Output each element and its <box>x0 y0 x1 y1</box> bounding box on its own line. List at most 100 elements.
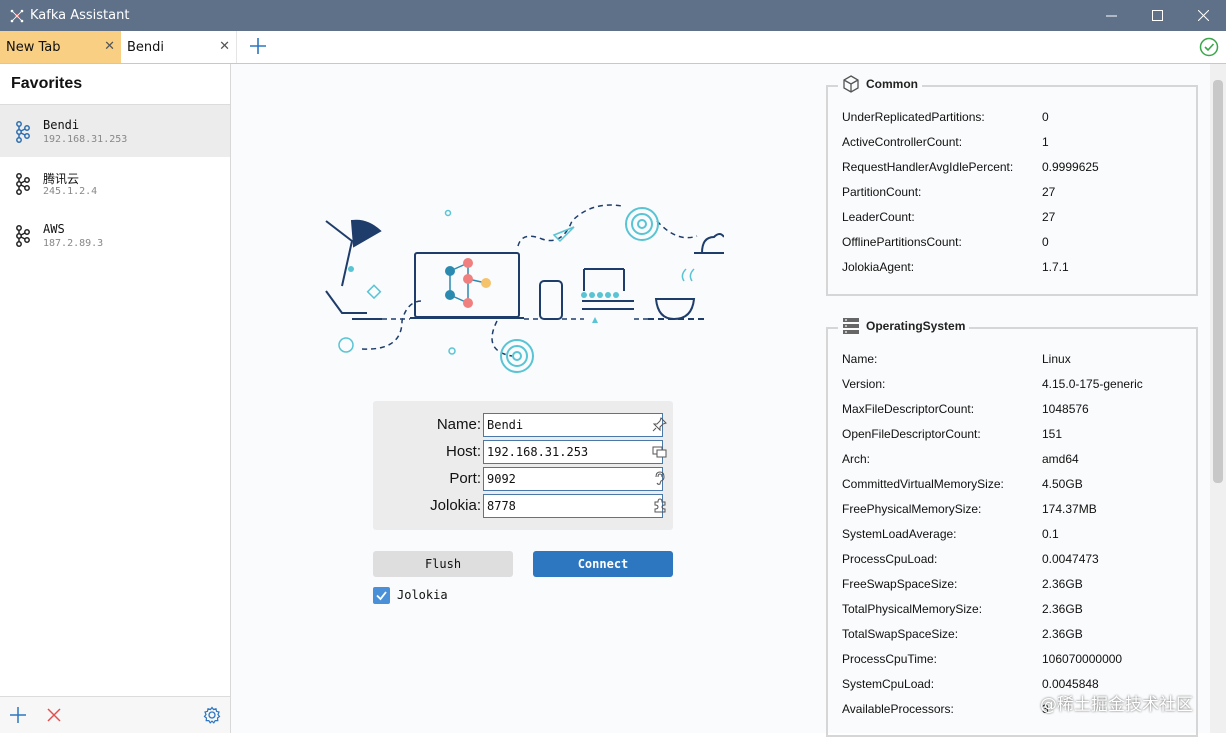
minimize-button[interactable] <box>1088 0 1134 31</box>
host-input[interactable]: 192.168.31.253 <box>483 440 663 464</box>
port-row: Port: 9092 <box>373 467 673 491</box>
close-icon[interactable]: ✕ <box>219 39 230 54</box>
metric-value: 0.9999625 <box>1042 160 1099 174</box>
tab-bar: New Tab ✕ Bendi ✕ <box>0 31 1226 64</box>
name-label: Name: <box>436 416 481 433</box>
metric-key: LeaderCount: <box>842 210 915 224</box>
close-window-button[interactable] <box>1180 0 1226 31</box>
metric-value: 0.0045848 <box>1042 677 1099 691</box>
metric-value: amd64 <box>1042 452 1079 466</box>
cube-icon <box>843 75 859 93</box>
metric-value: 4.50GB <box>1042 477 1083 491</box>
connection-ok-icon <box>1199 37 1219 57</box>
metric-key: JolokiaAgent: <box>842 260 915 274</box>
kafka-icon <box>16 173 30 195</box>
watermark: @稀土掘金技术社区 <box>1040 695 1193 715</box>
metric-key: FreePhysicalMemorySize: <box>842 502 982 516</box>
metric-key: TotalSwapSpaceSize: <box>842 627 959 641</box>
kafka-icon <box>16 121 30 143</box>
favorite-host: 192.168.31.253 <box>43 134 128 145</box>
port-label: Port: <box>449 470 481 487</box>
connection-illustration <box>325 204 724 373</box>
metric-key: RequestHandlerAvgIdlePercent: <box>842 160 1014 174</box>
vertical-scrollbar[interactable] <box>1210 64 1226 733</box>
metric-key: AvailableProcessors: <box>842 702 954 716</box>
metric-key: TotalPhysicalMemorySize: <box>842 602 983 616</box>
metric-key: ProcessCpuLoad: <box>842 552 938 566</box>
connection-form: Name: Bendi Host: 192.168.31.253 Port: 9… <box>373 401 673 530</box>
add-tab-icon[interactable] <box>248 36 268 56</box>
metric-value: 27 <box>1042 210 1056 224</box>
metric-value: 0.1 <box>1042 527 1059 541</box>
metric-key: ActiveControllerCount: <box>842 135 963 149</box>
metric-value: 27 <box>1042 185 1056 199</box>
metric-value: Linux <box>1042 352 1071 366</box>
metric-value: 4.15.0-175-generic <box>1042 377 1143 391</box>
network-icon <box>652 446 667 458</box>
os-panel-header: OperatingSystem <box>838 317 970 335</box>
favorite-item-bendi[interactable]: Bendi 192.168.31.253 <box>0 105 230 157</box>
os-panel-title: OperatingSystem <box>866 319 966 333</box>
tab-new-tab[interactable]: New Tab ✕ <box>0 31 121 63</box>
metric-key: SystemCpuLoad: <box>842 677 935 691</box>
tab-label: Bendi <box>127 39 165 55</box>
favorite-host: 245.1.2.4 <box>43 186 98 197</box>
connect-button[interactable]: Connect <box>533 551 673 577</box>
jolokia-port-input[interactable]: 8778 <box>483 494 663 518</box>
favorite-name: 腾讯云 <box>43 172 80 186</box>
metric-key: Arch: <box>842 452 871 466</box>
maximize-button[interactable] <box>1134 0 1180 31</box>
host-row: Host: 192.168.31.253 <box>373 440 673 464</box>
pin-icon[interactable] <box>652 417 667 432</box>
flush-button[interactable]: Flush <box>373 551 513 577</box>
metric-value: 1048576 <box>1042 402 1089 416</box>
tab-label: New Tab <box>6 39 61 55</box>
scrollbar-thumb[interactable] <box>1213 80 1223 483</box>
metric-key: MaxFileDescriptorCount: <box>842 402 975 416</box>
metric-value: 0.0047473 <box>1042 552 1099 566</box>
add-favorite-icon[interactable] <box>9 706 27 724</box>
kafka-icon <box>16 225 30 247</box>
metric-value: 2.36GB <box>1042 602 1083 616</box>
port-input[interactable]: 9092 <box>483 467 663 491</box>
common-panel-title: Common <box>866 77 918 91</box>
close-icon[interactable]: ✕ <box>104 39 115 54</box>
sidebar-footer <box>0 696 230 733</box>
title-bar: Kafka Assistant <box>0 0 1226 31</box>
favorite-item-aws[interactable]: AWS 187.2.89.3 <box>0 209 230 261</box>
metric-key: OpenFileDescriptorCount: <box>842 427 981 441</box>
tab-bendi[interactable]: Bendi ✕ <box>121 31 237 63</box>
metric-key: CommittedVirtualMemorySize: <box>842 477 1004 491</box>
metric-value: 106070000000 <box>1042 652 1123 666</box>
metric-value: 151 <box>1042 427 1063 441</box>
ear-icon <box>655 471 665 485</box>
favorite-host: 187.2.89.3 <box>43 238 104 249</box>
metric-value: 174.37MB <box>1042 502 1097 516</box>
common-panel-header: Common <box>838 75 922 93</box>
metric-key: PartitionCount: <box>842 185 922 199</box>
favorite-name: AWS <box>43 222 65 236</box>
favorite-item-tencent[interactable]: 腾讯云 245.1.2.4 <box>0 157 230 209</box>
metric-value: 2.36GB <box>1042 577 1083 591</box>
settings-gear-icon[interactable] <box>203 706 221 724</box>
metric-key: Name: <box>842 352 878 366</box>
jolokia-label: Jolokia: <box>430 497 481 514</box>
app-logo-icon <box>10 9 24 22</box>
common-panel: Common UnderReplicatedPartitions: 0 Activ… <box>826 75 1198 296</box>
jolokia-row: Jolokia: 8778 <box>373 494 673 518</box>
jolokia-checkbox[interactable] <box>373 587 390 604</box>
metric-key: SystemLoadAverage: <box>842 527 957 541</box>
favorite-name: Bendi <box>43 118 80 132</box>
name-input[interactable]: Bendi <box>483 413 663 437</box>
window-title: Kafka Assistant <box>30 8 130 23</box>
metric-value: 2.36GB <box>1042 627 1083 641</box>
metric-key: Version: <box>842 377 886 391</box>
metric-key: UnderReplicatedPartitions: <box>842 110 985 124</box>
jolokia-checkbox-label: Jolokia <box>397 588 448 602</box>
metric-key: FreeSwapSpaceSize: <box>842 577 958 591</box>
delete-favorite-icon[interactable] <box>45 706 63 724</box>
metric-value: 1 <box>1042 135 1049 149</box>
plugin-icon <box>654 498 666 513</box>
favorites-title: Favorites <box>0 64 230 105</box>
host-label: Host: <box>445 443 481 460</box>
